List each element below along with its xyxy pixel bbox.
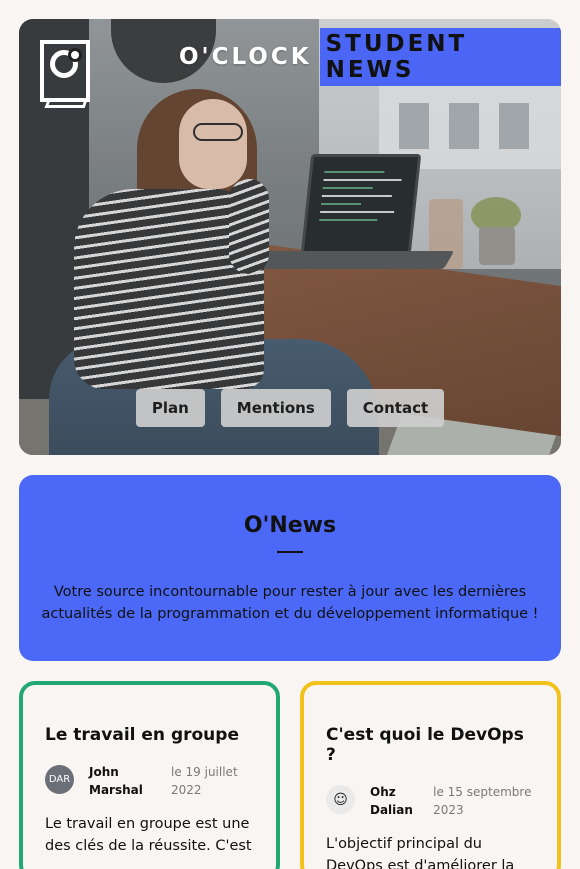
intro-banner: O'News Votre source incontournable pour … [19,475,561,661]
main-nav: Plan Mentions Contact [19,389,561,427]
author-first-name: John [89,765,119,779]
site-title: O'CLOCK STUDENT NEWS [179,27,561,86]
nav-item-contact[interactable]: Contact [346,389,445,427]
article-card[interactable]: C'est quoi le DevOps ? ☺ Ohz Dalian le 1… [300,681,561,869]
author-last-name: Marshal [89,783,143,797]
logo-dot-shape [68,48,82,62]
article-date-day: le 15 septembre [433,785,532,799]
article-date: le 15 septembre 2023 [433,783,535,819]
article-date: le 19 juillet 2022 [171,763,238,799]
nav-item-plan[interactable]: Plan [135,389,205,427]
article-title[interactable]: C'est quoi le DevOps ? [326,725,535,765]
author-last-name: Dalian [370,803,413,817]
article-title[interactable]: Le travail en groupe [45,725,254,745]
hero-banner: O'CLOCK STUDENT NEWS Plan Mentions Conta… [19,19,561,455]
intro-title: O'News [243,513,337,538]
intro-divider [277,551,303,553]
author-first-name: Ohz [370,785,396,799]
article-meta: ☺ Ohz Dalian le 15 septembre 2023 [326,783,535,819]
author-avatar: ☺ [326,785,355,814]
article-excerpt: Le travail en groupe est une des clés de… [45,816,252,854]
nav-item-mentions[interactable]: Mentions [220,389,331,427]
article-author[interactable]: Ohz Dalian [370,783,418,819]
site-title-part2: STUDENT NEWS [319,27,561,86]
intro-description: Votre source incontournable pour rester … [41,584,539,622]
logo-tab-shape [44,100,88,108]
article-date-year: 2022 [171,783,202,797]
article-date-day: le 19 juillet [171,765,238,779]
author-avatar: DAR [45,765,74,794]
article-author[interactable]: John Marshal [89,763,159,799]
article-card[interactable]: Le travail en groupe DAR John Marshal le… [19,681,280,869]
article-meta: DAR John Marshal le 19 juillet 2022 [45,763,254,799]
oclock-logo-icon[interactable] [40,40,90,108]
site-title-part1: O'CLOCK [179,43,312,70]
article-excerpt: L'objectif principal du DevOps est d'amé… [326,836,515,869]
article-date-year: 2023 [433,803,464,817]
